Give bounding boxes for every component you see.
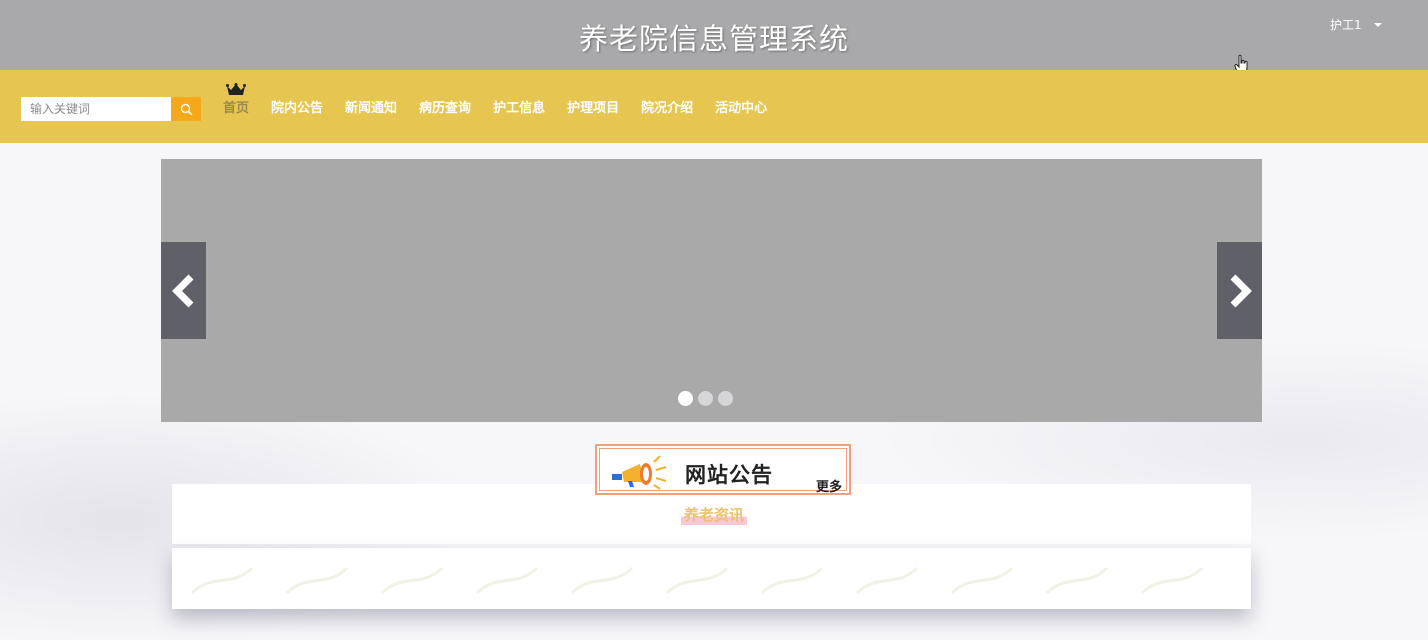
- nav-item-label: 病历查询: [419, 101, 472, 116]
- top-header: 养老院信息管理系统 护工1: [0, 0, 1428, 74]
- chevron-left-icon: [171, 274, 193, 307]
- nav-item-label: 院况介绍: [641, 101, 694, 116]
- nav-item-medical-records[interactable]: 病历查询: [419, 70, 471, 143]
- banner-carousel[interactable]: [161, 159, 1262, 422]
- nav-item-news[interactable]: 新闻通知: [345, 70, 397, 143]
- nav-item-label: 护工信息: [493, 101, 546, 116]
- user-menu[interactable]: 护工1: [1330, 16, 1382, 33]
- nav-item-label: 院内公告: [271, 101, 324, 116]
- nav-item-about[interactable]: 院况介绍: [641, 70, 693, 143]
- nav-item-announcements[interactable]: 院内公告: [271, 70, 323, 143]
- search-input[interactable]: [21, 97, 171, 121]
- carousel-next-button[interactable]: [1217, 242, 1262, 339]
- carousel-dot[interactable]: [698, 391, 713, 406]
- news-panel: [172, 548, 1251, 609]
- crown-icon: [226, 83, 246, 95]
- nav-item-label: 活动中心: [715, 101, 768, 116]
- news-heading: 养老资讯: [681, 504, 748, 525]
- announcement-more-link[interactable]: 更多: [816, 476, 842, 495]
- nav-item-home[interactable]: 首页: [223, 70, 249, 143]
- carousel-indicators: [678, 391, 738, 406]
- announcement-header-inner: 网站公告 更多: [599, 448, 847, 495]
- nav-item-label: 新闻通知: [345, 101, 398, 116]
- carousel-dot[interactable]: [718, 391, 733, 406]
- megaphone-icon: [612, 455, 667, 490]
- nav-item-care-projects[interactable]: 护理项目: [567, 70, 619, 143]
- chevron-down-icon: [1373, 22, 1382, 27]
- search-button[interactable]: [171, 97, 201, 121]
- nav-item-activities[interactable]: 活动中心: [715, 70, 767, 143]
- carousel-dot[interactable]: [678, 391, 693, 406]
- main-navbar: 首页 院内公告 新闻通知 病历查询 护工信息 护理项目 院况介绍 活动中心: [0, 70, 1428, 143]
- search-icon: [180, 103, 192, 115]
- announcement-header: 网站公告 更多: [595, 444, 851, 495]
- nav-item-caregivers[interactable]: 护工信息: [493, 70, 545, 143]
- news-panel-pattern: [190, 566, 1204, 595]
- site-title: 养老院信息管理系统: [578, 22, 849, 56]
- user-name: 护工1: [1330, 18, 1362, 32]
- chevron-right-icon: [1230, 274, 1252, 307]
- nav-menu: 首页 院内公告 新闻通知 病历查询 护工信息 护理项目 院况介绍 活动中心: [223, 70, 789, 143]
- nav-item-label: 首页: [223, 101, 250, 116]
- nav-item-label: 护理项目: [567, 101, 620, 116]
- announcement-title: 网站公告: [685, 463, 773, 487]
- carousel-prev-button[interactable]: [161, 242, 206, 339]
